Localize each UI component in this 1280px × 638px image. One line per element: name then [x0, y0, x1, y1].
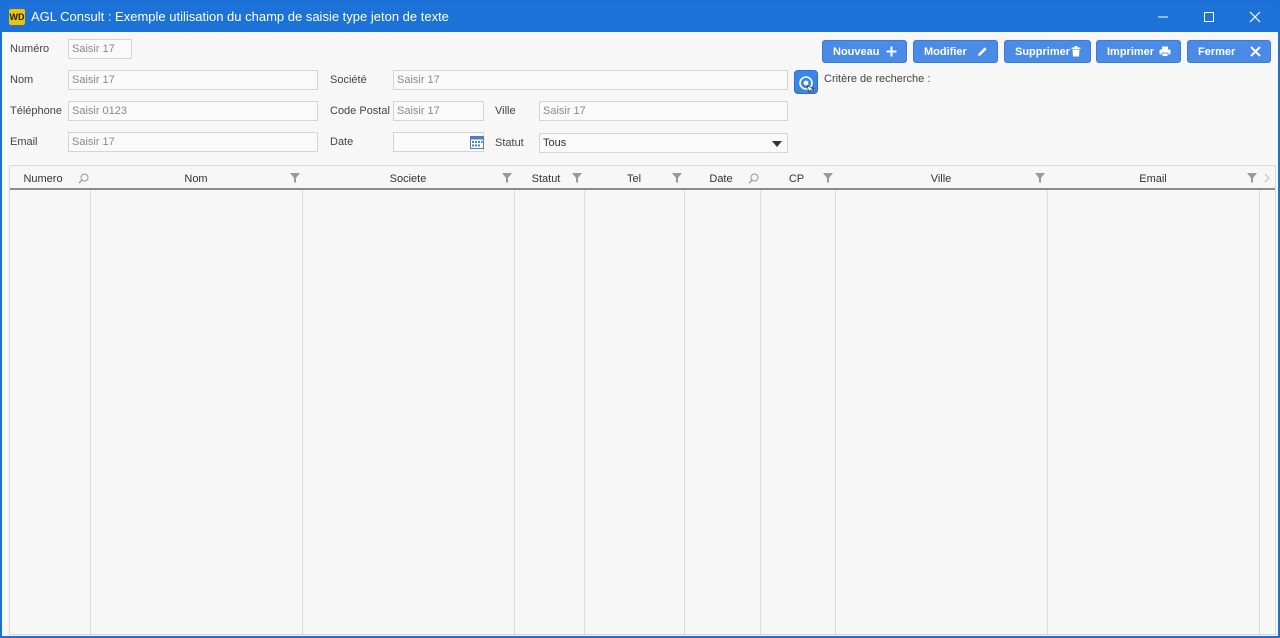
critere-label: Critère de recherche : — [824, 73, 931, 85]
calendar-icon[interactable] — [470, 135, 484, 149]
statut-select-value: Tous — [543, 137, 567, 149]
supprimer-label: Supprimer — [1015, 45, 1071, 58]
column-divider — [684, 190, 685, 634]
column-header-statut[interactable]: Statut — [514, 166, 584, 188]
nouveau-label: Nouveau — [833, 45, 880, 58]
column-divider — [90, 190, 91, 634]
column-header-date[interactable]: Date — [684, 166, 760, 188]
imprimer-label: Imprimer — [1107, 45, 1155, 58]
filter-icon[interactable] — [1247, 173, 1257, 183]
column-header-label: Societe — [389, 173, 427, 185]
ville-label: Ville — [495, 105, 516, 117]
filter-icon[interactable] — [502, 173, 512, 183]
close-window-button[interactable] — [1232, 2, 1278, 32]
filter-icon[interactable] — [1035, 173, 1045, 183]
column-divider — [302, 190, 303, 634]
minimize-button[interactable] — [1140, 2, 1186, 32]
title-bar[interactable]: WD AGL Consult : Exemple utilisation du … — [2, 2, 1278, 32]
code-postal-label: Code Postal — [330, 105, 390, 117]
results-table[interactable]: Numero Nom Societe Statut Tel Date CP Vi… — [9, 165, 1276, 635]
filter-icon[interactable] — [290, 173, 300, 183]
filter-icon[interactable] — [572, 173, 582, 183]
numero-input[interactable]: Saisir 17 — [68, 39, 132, 59]
telephone-label: Téléphone — [10, 105, 62, 117]
nom-label: Nom — [10, 74, 34, 86]
maximize-button[interactable] — [1186, 2, 1232, 32]
maximize-icon — [1204, 12, 1214, 22]
column-divider — [835, 190, 836, 634]
plus-icon — [886, 46, 897, 57]
societe-label: Société — [330, 74, 367, 86]
close-icon — [1250, 46, 1261, 57]
email-input[interactable]: Saisir 17 — [68, 132, 318, 152]
chevron-down-icon — [772, 141, 782, 147]
column-header-label: Email — [1139, 173, 1167, 185]
column-header-label: Tel — [626, 173, 642, 185]
column-header-tel[interactable]: Tel — [584, 166, 684, 188]
nouveau-button[interactable]: Nouveau — [822, 40, 907, 63]
column-divider — [760, 190, 761, 634]
column-divider — [1259, 190, 1260, 634]
column-header-numero[interactable]: Numero — [10, 166, 90, 188]
column-header-nom[interactable]: Nom — [90, 166, 302, 188]
column-header-label: Ville — [930, 173, 952, 185]
column-header-ville[interactable]: Ville — [835, 166, 1047, 188]
numero-label: Numéro — [10, 43, 50, 55]
column-header-societe[interactable]: Societe — [302, 166, 514, 188]
column-divider — [514, 190, 515, 634]
email-label: Email — [10, 136, 38, 148]
fermer-label: Fermer — [1198, 45, 1236, 58]
statut-select[interactable]: Tous — [539, 133, 788, 153]
societe-input[interactable]: Saisir 17 — [393, 70, 788, 90]
date-label: Date — [330, 136, 354, 148]
app-logo-icon: WD — [9, 9, 25, 25]
search-refresh-icon — [799, 76, 815, 93]
app-window: WD AGL Consult : Exemple utilisation du … — [0, 0, 1280, 638]
imprimer-button[interactable]: Imprimer — [1096, 40, 1181, 63]
modifier-label: Modifier — [924, 45, 967, 58]
search-icon[interactable] — [78, 173, 89, 184]
window-title: AGL Consult : Exemple utilisation du cha… — [31, 9, 449, 24]
telephone-input[interactable]: Saisir 0123 — [68, 101, 318, 121]
printer-icon — [1159, 46, 1171, 57]
supprimer-button[interactable]: Supprimer — [1004, 40, 1091, 63]
trash-icon — [1071, 46, 1081, 57]
code-postal-input[interactable]: Saisir 17 — [393, 101, 484, 121]
close-icon — [1249, 11, 1261, 23]
column-header-cp[interactable]: CP — [760, 166, 835, 188]
search-icon[interactable] — [748, 173, 759, 184]
table-header: Numero Nom Societe Statut Tel Date CP Vi… — [10, 166, 1275, 190]
chevron-right-icon[interactable] — [1264, 173, 1271, 183]
filter-icon[interactable] — [672, 173, 682, 183]
column-divider — [584, 190, 585, 634]
pencil-icon — [978, 47, 987, 56]
column-divider — [1047, 190, 1048, 634]
ville-input[interactable]: Saisir 17 — [539, 101, 788, 121]
filter-icon[interactable] — [823, 173, 833, 183]
column-header-email[interactable]: Email — [1047, 166, 1259, 188]
nom-input[interactable]: Saisir 17 — [68, 70, 318, 90]
column-header-label: Nom — [184, 173, 208, 185]
search-button[interactable] — [794, 70, 818, 94]
statut-label: Statut — [495, 137, 524, 149]
fermer-button[interactable]: Fermer — [1187, 40, 1271, 63]
modifier-button[interactable]: Modifier — [913, 40, 998, 63]
minimize-icon — [1158, 16, 1168, 18]
